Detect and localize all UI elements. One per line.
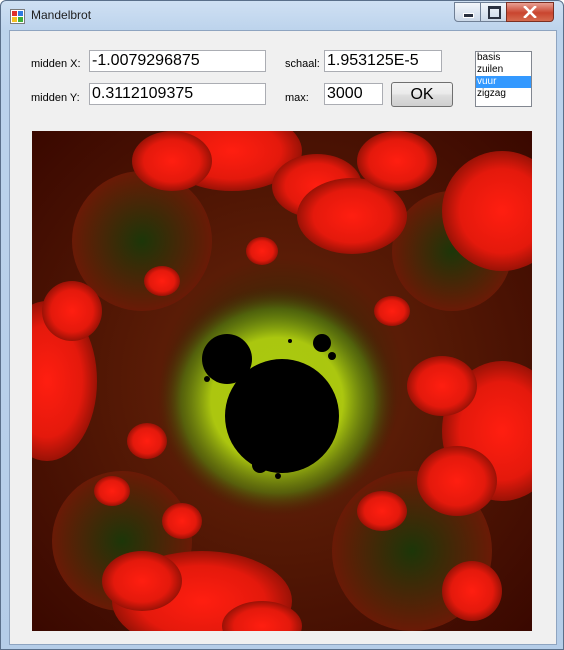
fractal-render <box>32 131 532 631</box>
palette-item-vuur[interactable]: vuur <box>476 76 531 88</box>
close-button[interactable] <box>506 2 554 22</box>
max-input[interactable]: 3000 <box>324 83 383 105</box>
midden-y-label: midden Y: <box>31 92 80 104</box>
ok-button[interactable]: OK <box>391 82 453 107</box>
palette-item-basis[interactable]: basis <box>476 52 531 64</box>
maximize-icon <box>488 6 501 19</box>
minimize-icon <box>463 13 474 18</box>
close-icon <box>523 6 537 18</box>
midden-y-input[interactable]: 0.3112109375 <box>89 83 266 105</box>
app-window: Mandelbrot midden X: -1.0079296875 midde… <box>0 0 564 650</box>
minimize-button[interactable] <box>454 2 481 22</box>
palette-listbox[interactable]: basis zuilen vuur zigzag <box>475 51 532 107</box>
max-label: max: <box>285 92 309 104</box>
maximize-button[interactable] <box>480 2 507 22</box>
title-bar[interactable]: Mandelbrot <box>1 1 563 29</box>
palette-item-zigzag[interactable]: zigzag <box>476 88 531 100</box>
mandelbrot-image[interactable] <box>32 131 532 631</box>
schaal-label: schaal: <box>285 58 320 70</box>
schaal-input[interactable]: 1.953125E-5 <box>324 50 442 72</box>
app-icon[interactable] <box>10 9 25 24</box>
form-client-area: midden X: -1.0079296875 midden Y: 0.3112… <box>9 30 557 645</box>
midden-x-label: midden X: <box>31 58 81 70</box>
midden-x-input[interactable]: -1.0079296875 <box>89 50 266 72</box>
window-title: Mandelbrot <box>31 8 92 22</box>
palette-item-zuilen[interactable]: zuilen <box>476 64 531 76</box>
